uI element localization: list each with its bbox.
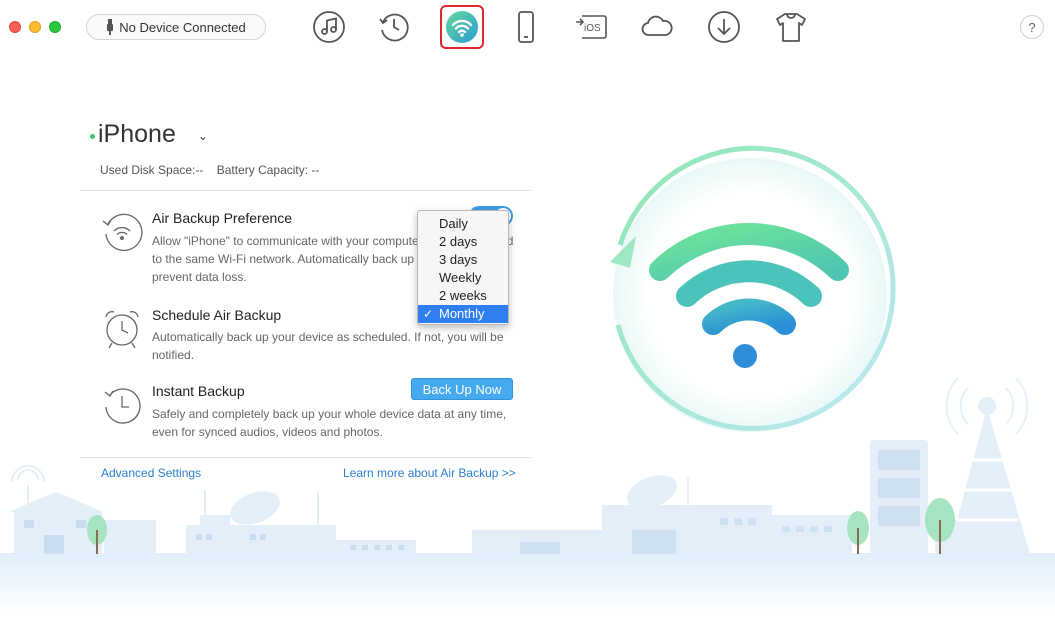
help-label: ? xyxy=(1028,19,1036,35)
menu-item-daily[interactable]: Daily xyxy=(418,215,508,233)
window-minimize-button[interactable] xyxy=(29,21,41,33)
schedule-description: Automatically back up your device as sch… xyxy=(152,330,504,362)
divider xyxy=(80,190,531,191)
alarm-clock-icon xyxy=(105,311,139,349)
device-info: Used Disk Space:-- Battery Capacity: -- xyxy=(100,163,319,177)
phone-tool-button[interactable] xyxy=(507,8,545,46)
menu-item-label: Monthly xyxy=(439,306,485,321)
instant-backup-description: Safely and completely back up your whole… xyxy=(152,407,507,439)
window-close-button[interactable] xyxy=(9,21,21,33)
back-up-now-button[interactable]: Back Up Now xyxy=(411,378,513,400)
used-disk-space: Used Disk Space:-- xyxy=(100,163,204,177)
music-tool-button[interactable] xyxy=(310,8,348,46)
to-ios-tool-button[interactable]: iOS xyxy=(572,8,610,46)
air-backup-title: Air Backup Preference xyxy=(152,210,293,226)
menu-item-label: 2 days xyxy=(439,234,478,249)
schedule-title: Schedule Air Backup xyxy=(152,307,282,323)
music-icon xyxy=(313,11,345,43)
menu-item-2-weeks[interactable]: 2 weeks xyxy=(418,287,508,305)
connection-dot xyxy=(90,134,95,139)
chevron-down-icon[interactable]: ⌄ xyxy=(198,129,208,143)
schedule-frequency-menu[interactable]: Daily 2 days 3 days Weekly 2 weeks ✓ Mon… xyxy=(417,210,509,325)
tshirt-icon xyxy=(776,13,806,42)
air-backup-tool-button[interactable] xyxy=(440,5,484,49)
divider xyxy=(80,457,531,458)
to-ios-icon: iOS xyxy=(576,15,607,39)
device-title[interactable]: iPhone ⌄ xyxy=(90,120,208,149)
device-selector[interactable]: No Device Connected xyxy=(86,14,266,40)
checkmark-icon: ✓ xyxy=(423,307,434,321)
tshirt-tool-button[interactable] xyxy=(772,8,810,46)
phone-icon xyxy=(518,11,534,43)
history-tool-button[interactable] xyxy=(375,8,413,46)
download-tool-button[interactable] xyxy=(705,8,743,46)
clock-icon xyxy=(104,388,141,424)
air-backup-icon xyxy=(446,11,478,43)
help-button[interactable]: ? xyxy=(1020,15,1044,39)
menu-item-label: Daily xyxy=(439,216,468,231)
window-maximize-button[interactable] xyxy=(49,21,61,33)
cable-icon xyxy=(107,19,114,35)
menu-item-3-days[interactable]: 3 days xyxy=(418,251,508,269)
learn-more-link[interactable]: Learn more about Air Backup >> xyxy=(343,466,516,480)
cloud-tool-button[interactable] xyxy=(638,8,676,46)
menu-item-weekly[interactable]: Weekly xyxy=(418,269,508,287)
title-bar: No Device Connected iOS ? xyxy=(0,0,1055,56)
svg-text:iOS: iOS xyxy=(584,23,601,34)
wifi-icon xyxy=(102,213,143,252)
battery-capacity: Battery Capacity: -- xyxy=(216,163,320,177)
menu-item-monthly[interactable]: ✓ Monthly xyxy=(418,305,508,323)
menu-item-label: Weekly xyxy=(439,270,482,285)
advanced-settings-link[interactable]: Advanced Settings xyxy=(101,466,201,480)
menu-item-2-days[interactable]: 2 days xyxy=(418,233,508,251)
cloud-icon xyxy=(641,15,673,36)
menu-item-label: 3 days xyxy=(439,252,478,267)
download-icon xyxy=(708,11,740,43)
device-status-text: No Device Connected xyxy=(119,19,246,35)
history-icon xyxy=(379,13,409,42)
menu-item-label: 2 weeks xyxy=(439,288,487,303)
device-name: iPhone xyxy=(98,120,176,148)
instant-backup-title: Instant Backup xyxy=(152,383,245,399)
